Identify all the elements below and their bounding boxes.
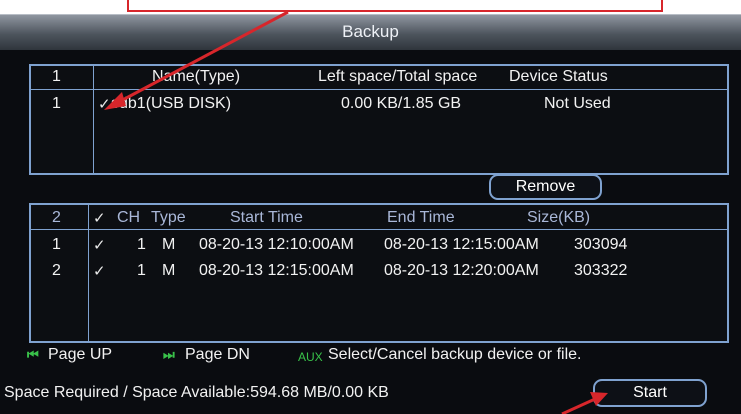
device-name: sdb1(USB DISK)	[111, 95, 232, 112]
page-up-label: Page UP	[48, 346, 113, 363]
device-table-column-divider	[93, 66, 94, 173]
file-row-ch: 1	[137, 236, 146, 253]
file-row-type: M	[162, 262, 176, 279]
file-header-type: Type	[151, 209, 186, 226]
file-row-start: 08-20-13 12:10:00AM	[199, 236, 354, 253]
file-row-type: M	[162, 236, 176, 253]
aux-key-tag: AUX	[298, 350, 323, 364]
select-all-checkbox[interactable]: ✓	[93, 210, 106, 228]
device-space: 0.00 KB/1.85 GB	[341, 95, 462, 112]
file-row-end: 08-20-13 12:15:00AM	[384, 236, 539, 253]
file-table-column-divider	[88, 205, 89, 341]
footer-hint: Select/Cancel backup device or file.	[328, 346, 582, 363]
device-row-index: 1	[52, 95, 61, 112]
device-header-name: Name(Type)	[152, 68, 241, 85]
file-row-ch: 1	[137, 262, 146, 279]
skip-back-icon: ⏮	[27, 347, 39, 362]
file-table-header-divider	[31, 229, 727, 230]
file-header-start: Start Time	[230, 209, 303, 226]
device-table-header-divider	[31, 89, 727, 90]
device-checkbox[interactable]: ✓	[98, 96, 111, 114]
file-header-end: End Time	[387, 209, 455, 226]
file-row-size: 303322	[574, 262, 628, 279]
device-status: Not Used	[544, 95, 611, 112]
file-row-checkbox[interactable]: ✓	[93, 237, 106, 255]
device-header-space: Left space/Total space	[318, 68, 478, 85]
device-header-index: 1	[52, 68, 61, 85]
device-header-status: Device Status	[509, 68, 608, 85]
file-header-size: Size(KB)	[527, 209, 591, 226]
space-summary: Space Required / Space Available:594.68 …	[4, 384, 389, 401]
file-row-start: 08-20-13 12:15:00AM	[199, 262, 354, 279]
file-header-index: 2	[52, 209, 61, 226]
page-dn-label: Page DN	[185, 346, 250, 363]
remove-button[interactable]: Remove	[489, 174, 602, 200]
skip-forward-icon: ⏭	[163, 347, 175, 362]
file-header-ch: CH	[117, 209, 141, 226]
file-row-size: 303094	[574, 236, 628, 253]
callout-box	[127, 0, 663, 12]
start-button[interactable]: Start	[593, 379, 707, 407]
file-row-index: 2	[52, 262, 61, 279]
file-row-checkbox[interactable]: ✓	[93, 263, 106, 281]
file-row-index: 1	[52, 236, 61, 253]
dialog-title: Backup	[0, 14, 741, 50]
file-row-end: 08-20-13 12:20:00AM	[384, 262, 539, 279]
